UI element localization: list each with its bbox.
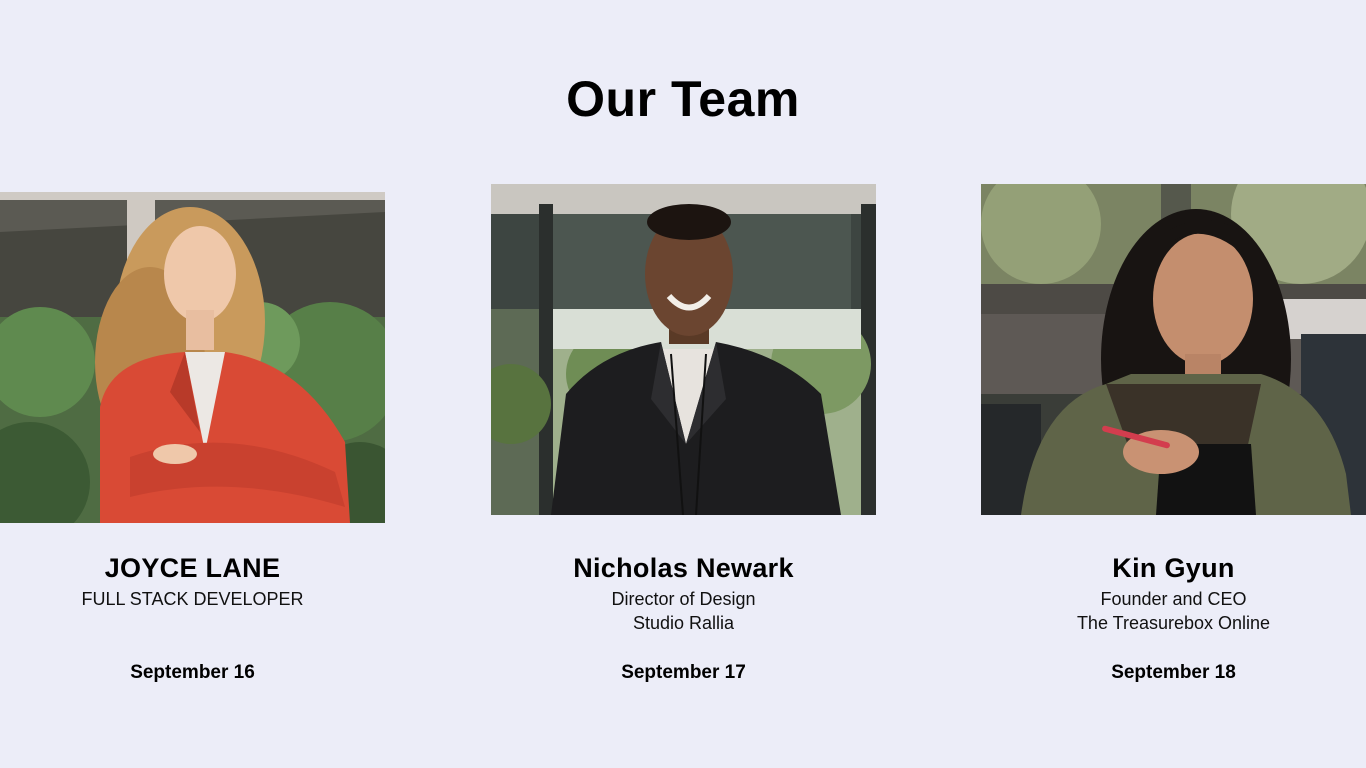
team-section: Our Team JOYCE LANE FULL STACK DEVELOPER… xyxy=(0,0,1366,768)
member-date: September 18 xyxy=(1111,662,1236,683)
section-title: Our Team xyxy=(566,71,800,127)
member-role: Director of Design xyxy=(611,589,756,609)
member-info: Nicholas Newark Director of Design Studi… xyxy=(491,552,876,635)
member-info: Kin Gyun Founder and CEO The Treasurebox… xyxy=(981,552,1366,635)
member-name: Nicholas Newark xyxy=(573,553,794,583)
member-company: Studio Rallia xyxy=(632,613,735,633)
member-photo xyxy=(0,192,385,523)
member-date: September 17 xyxy=(621,662,746,683)
member-date: September 16 xyxy=(130,662,255,683)
member-name: Kin Gyun xyxy=(1112,553,1235,583)
member-role: FULL STACK DEVELOPER xyxy=(81,589,304,609)
member-name: JOYCE LANE xyxy=(104,553,281,583)
member-photo xyxy=(491,184,876,515)
member-photo xyxy=(981,184,1366,515)
member-company: The Treasurebox Online xyxy=(1076,613,1271,633)
member-role: Founder and CEO xyxy=(1100,589,1247,609)
member-info: JOYCE LANE FULL STACK DEVELOPER xyxy=(0,552,385,611)
